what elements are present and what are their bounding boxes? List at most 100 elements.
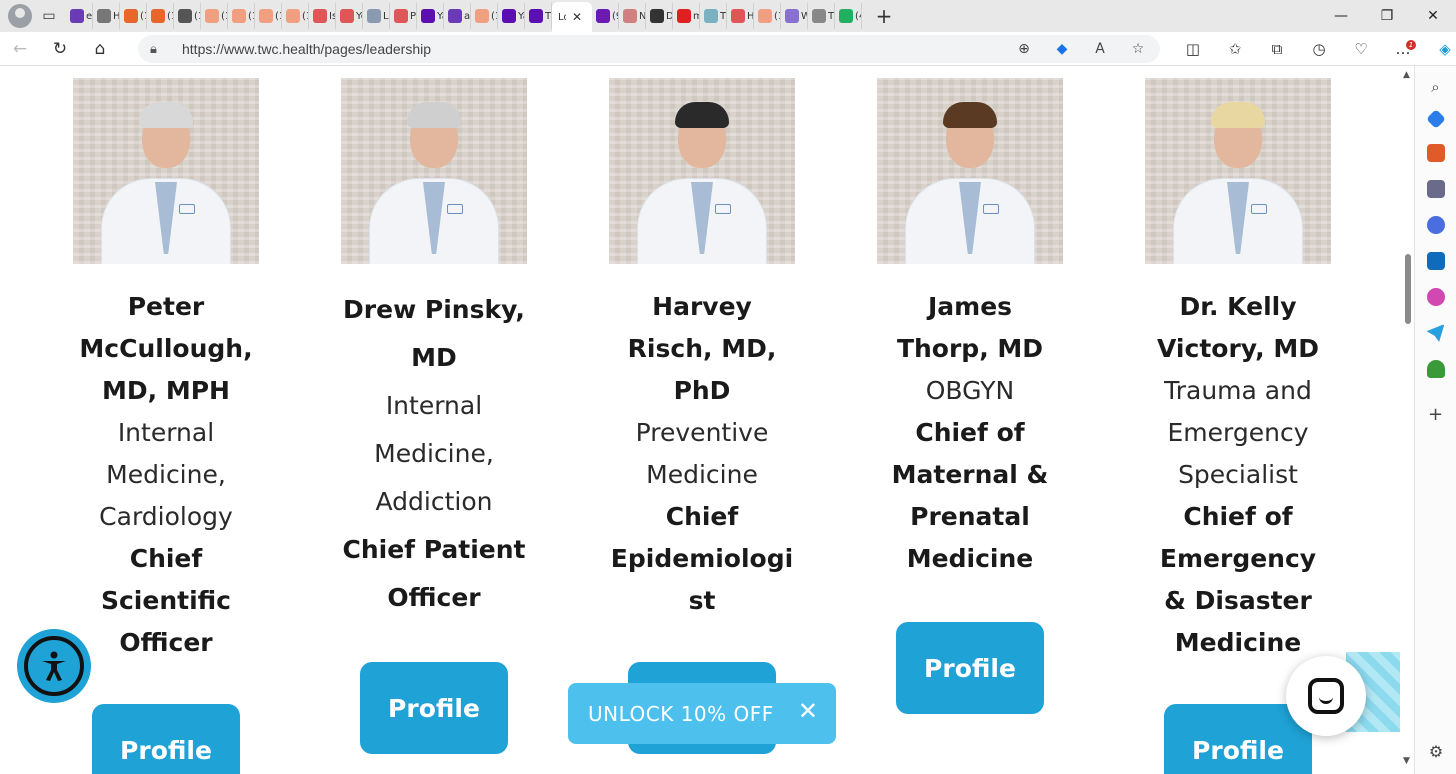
tab-favicon-icon xyxy=(205,9,219,23)
favorites-icon[interactable]: ✩ xyxy=(1214,34,1256,64)
lock-icon[interactable]: 🔒︎ xyxy=(150,42,174,57)
leader-title: & Disaster xyxy=(1164,586,1312,615)
browser-tab[interactable]: (1 xyxy=(147,3,174,29)
leader-photo xyxy=(341,78,527,264)
tab-close-icon[interactable]: ✕ xyxy=(572,10,582,24)
browser-tab[interactable]: Tl xyxy=(700,3,727,29)
favorite-star-icon[interactable]: ☆ xyxy=(1128,39,1148,59)
browser-tab[interactable]: Tl xyxy=(808,3,835,29)
browser-tab[interactable]: (1 xyxy=(201,3,228,29)
search-icon[interactable]: ⌕ xyxy=(1427,78,1445,96)
telegram-icon[interactable] xyxy=(1426,324,1445,342)
browser-tab[interactable]: Ya xyxy=(417,3,444,29)
designer-icon[interactable] xyxy=(1426,288,1445,306)
leader-title: Chief Patient xyxy=(342,535,526,564)
chat-button[interactable] xyxy=(1286,656,1366,736)
outlook-icon[interactable] xyxy=(1426,252,1445,270)
tab-favicon-icon xyxy=(124,9,138,23)
browser-tab[interactable]: (1 xyxy=(120,3,147,29)
profile-button[interactable]: Profile xyxy=(360,662,508,754)
browser-tab[interactable]: Is xyxy=(309,3,336,29)
browser-tab[interactable]: Lo xyxy=(363,3,390,29)
browser-tab[interactable]: H xyxy=(93,3,120,29)
leader-title: Maternal & xyxy=(891,460,1049,489)
leader-title: Chief xyxy=(129,544,203,573)
restore-button[interactable]: ❐ xyxy=(1364,0,1410,32)
browser-tab[interactable]: (1 xyxy=(228,3,255,29)
browser-tab[interactable]: ec xyxy=(66,3,93,29)
home-button[interactable]: ⌂ xyxy=(80,34,120,64)
new-tab-button[interactable]: + xyxy=(872,4,896,28)
leader-title: Emergency xyxy=(1159,544,1317,573)
browser-tab[interactable]: H xyxy=(727,3,754,29)
zoom-icon[interactable]: ⊕ xyxy=(1014,39,1034,59)
browser-tab[interactable]: W xyxy=(781,3,808,29)
coat-logo-icon xyxy=(1251,204,1267,214)
tab-title: Tl xyxy=(720,10,726,22)
tab-title: Yo xyxy=(356,10,362,22)
browser-tab[interactable]: Yo xyxy=(336,3,363,29)
tab-favicon-icon xyxy=(259,9,273,23)
scroll-down-icon[interactable]: ▼ xyxy=(1403,756,1410,766)
address-bar-icons: ⊕ ◆ A ☆ xyxy=(1014,39,1148,59)
browser-tab[interactable]: D xyxy=(646,3,673,29)
collections-icon[interactable]: ⧉ xyxy=(1256,34,1298,64)
browser-tab[interactable]: Pl xyxy=(390,3,417,29)
page-scrollbar[interactable]: ▲ ▼ xyxy=(1401,66,1414,774)
accessibility-button[interactable] xyxy=(17,629,91,703)
profile-avatar-icon[interactable] xyxy=(8,4,32,28)
leader-name: PhD xyxy=(673,376,731,405)
microsoft-365-icon[interactable] xyxy=(1426,216,1445,234)
browser-tab[interactable]: (1 xyxy=(754,3,781,29)
browser-tab[interactable]: (4 xyxy=(835,3,862,29)
tree-icon[interactable] xyxy=(1426,360,1445,378)
tab-title: ec xyxy=(86,10,92,22)
browser-tab[interactable]: m xyxy=(673,3,700,29)
read-aloud-icon[interactable]: A xyxy=(1090,39,1110,59)
tools-icon[interactable] xyxy=(1426,144,1445,162)
copilot-icon[interactable]: ◈ xyxy=(1424,34,1456,64)
settings-gear-icon[interactable]: ⚙ xyxy=(1427,742,1445,761)
back-button[interactable]: ← xyxy=(0,34,40,64)
promo-close-icon[interactable]: ✕ xyxy=(798,697,818,725)
more-menu-icon[interactable]: … 1 xyxy=(1382,34,1424,64)
browser-tab[interactable]: (1 xyxy=(471,3,498,29)
browser-tab[interactable]: (1 xyxy=(255,3,282,29)
browser-essentials-icon[interactable]: ♡ xyxy=(1340,34,1382,64)
add-sidebar-app-icon[interactable]: + xyxy=(1427,406,1445,424)
promo-banner[interactable]: UNLOCK 10% OFF ✕ xyxy=(568,683,836,744)
leader-title: Scientific xyxy=(100,586,232,615)
leader-specialty: OBGYN xyxy=(925,376,1015,405)
browser-tab[interactable]: (9 xyxy=(592,3,619,29)
address-bar[interactable]: 🔒︎ https://www.twc.health/pages/leadersh… xyxy=(138,35,1160,63)
window-close-button[interactable]: ✕ xyxy=(1410,0,1456,32)
minimize-button[interactable]: — xyxy=(1318,0,1364,32)
window-controls: — ❐ ✕ xyxy=(1318,0,1456,32)
browser-tab[interactable]: (1 xyxy=(282,3,309,29)
tab-favicon-icon xyxy=(394,9,408,23)
hair xyxy=(139,102,193,128)
url-text[interactable]: https://www.twc.health/pages/leadership xyxy=(182,41,431,57)
hair xyxy=(407,102,461,128)
tab-favicon-icon xyxy=(421,9,435,23)
tab-list: ec H (1 (1 (1 (1 (1 (1 (1 Is Yo Lo Pl Ya al (1 Ya Tl Lo ✕ (9… xyxy=(66,0,862,32)
scroll-up-icon[interactable]: ▲ xyxy=(1403,70,1410,80)
browser-tab[interactable]: Tl xyxy=(525,3,552,29)
history-icon[interactable]: ◷ xyxy=(1298,34,1340,64)
browser-tab[interactable]: Ya xyxy=(498,3,525,29)
active-browser-tab[interactable]: Lo ✕ xyxy=(552,2,592,32)
browser-tab[interactable]: al xyxy=(444,3,471,29)
games-icon[interactable] xyxy=(1426,180,1445,198)
promo-text[interactable]: UNLOCK 10% OFF xyxy=(588,702,774,726)
scrollbar-thumb[interactable] xyxy=(1405,254,1411,324)
leader-name: Peter xyxy=(127,292,205,321)
browser-tab[interactable]: N xyxy=(619,3,646,29)
refresh-button[interactable]: ↻ xyxy=(40,34,80,64)
profile-button[interactable]: Profile xyxy=(92,704,240,774)
browser-tab[interactable]: (1 xyxy=(174,3,201,29)
tab-actions-icon[interactable]: ▭ xyxy=(38,5,60,27)
split-screen-icon[interactable]: ◫ xyxy=(1172,34,1214,64)
leader-card: Harvey Risch, MD, PhD Preventive Medicine Chi… xyxy=(592,78,812,754)
profile-button[interactable]: Profile xyxy=(896,622,1044,714)
coupon-icon[interactable]: ◆ xyxy=(1052,39,1072,59)
